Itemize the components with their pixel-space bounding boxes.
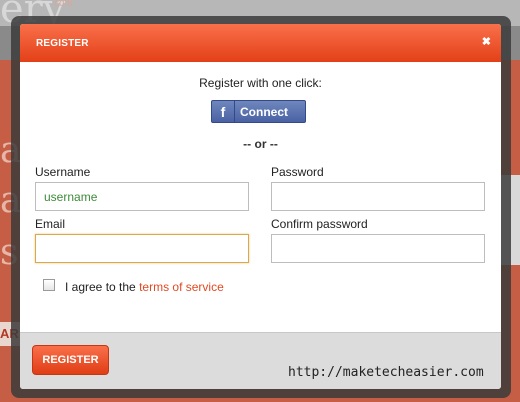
password-label: Password — [271, 165, 324, 179]
terms-agreement-text: I agree to the — [65, 280, 140, 294]
register-button[interactable]: REGISTER — [32, 345, 109, 375]
terms-checkbox[interactable] — [43, 279, 55, 291]
username-label: Username — [35, 165, 91, 179]
confirm-password-field[interactable] — [271, 234, 485, 263]
register-modal: REGISTER ✖ Register with one click: f Co… — [20, 24, 501, 389]
facebook-connect-button[interactable]: f Connect — [211, 100, 306, 123]
close-icon[interactable]: ✖ — [482, 35, 491, 48]
password-field[interactable] — [271, 182, 485, 211]
facebook-icon: f — [212, 101, 235, 122]
watermark-url: http://maketecheasier.com — [288, 365, 484, 380]
confirm-password-label: Confirm password — [271, 217, 368, 231]
username-field[interactable] — [35, 182, 249, 211]
email-label: Email — [35, 217, 66, 231]
facebook-connect-label: Connect — [240, 105, 288, 119]
modal-title: REGISTER — [36, 38, 89, 49]
modal-footer: REGISTER http://maketecheasier.com — [20, 332, 501, 389]
one-click-register-text: Register with one click: — [199, 76, 322, 90]
modal-header: REGISTER ✖ — [20, 24, 501, 62]
email-field[interactable] — [35, 234, 249, 263]
terms-agreement: I agree to the terms of service — [65, 280, 224, 294]
terms-of-service-link[interactable]: terms of service — [139, 280, 224, 294]
site-logo-suffix: com — [54, 0, 73, 9]
or-divider: -- or -- — [243, 137, 278, 151]
